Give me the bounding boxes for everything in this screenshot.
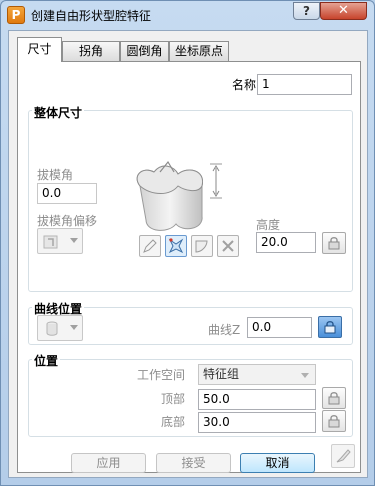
bottom-lock-button[interactable]	[322, 410, 346, 432]
name-label: 名称	[232, 78, 257, 92]
curve-z-input[interactable]: 0.0	[247, 317, 312, 338]
dialog-window: P 创建自由形状型腔特征 ? ✕ 尺寸 拐角 圆倒角 坐标原点 名称 1 整体尺…	[0, 0, 375, 486]
tab-fillet[interactable]: 圆倒角	[120, 41, 169, 61]
title-bar[interactable]: P 创建自由形状型腔特征 ? ✕	[1, 1, 374, 29]
apply-button[interactable]: 应用	[71, 453, 146, 473]
height-lock-button[interactable]	[322, 232, 346, 254]
mode-draft-button[interactable]	[139, 235, 161, 257]
bottom-input[interactable]: 30.0	[198, 412, 316, 433]
workspace-value: 特征组	[203, 367, 240, 381]
help-button[interactable]: ?	[293, 2, 320, 20]
chevron-down-icon	[301, 373, 309, 378]
lock-icon	[324, 321, 336, 334]
workspace-label: 工作空间	[137, 368, 186, 382]
close-button[interactable]: ✕	[320, 2, 367, 20]
height-label: 高度	[256, 218, 281, 232]
tab-corner[interactable]: 拐角	[62, 41, 120, 61]
lock-icon	[328, 392, 340, 405]
cavity-illustration	[136, 160, 222, 231]
lock-icon	[328, 415, 340, 428]
draft-offset-dropdown[interactable]	[37, 228, 83, 254]
brush-icon	[336, 449, 351, 463]
name-input[interactable]: 1	[257, 74, 352, 95]
tab-panel-size: 名称 1 整体尺寸 拔模角 0.0 拔模角偏移 高度 20.0 曲线位置 曲线Z…	[17, 61, 361, 473]
corner-shape-icon	[195, 240, 208, 253]
mode-clear-button[interactable]	[217, 235, 239, 257]
chevron-down-icon	[70, 325, 78, 330]
tab-size[interactable]: 尺寸	[17, 37, 62, 62]
overall-dimensions-title: 整体尺寸	[32, 104, 85, 121]
preview-button[interactable]	[331, 444, 355, 468]
window-title: 创建自由形状型腔特征	[31, 9, 152, 23]
clear-shape-icon	[222, 240, 234, 252]
cancel-button[interactable]: 取消	[240, 453, 315, 473]
accept-button[interactable]: 接受	[156, 453, 231, 473]
top-input[interactable]: 50.0	[198, 389, 316, 410]
cylinder-icon	[46, 321, 58, 336]
curve-z-lock-button[interactable]	[318, 316, 342, 338]
chevron-down-icon	[70, 238, 78, 243]
pencil-icon	[143, 239, 157, 253]
draft-offset-icon	[43, 235, 58, 249]
height-input[interactable]: 20.0	[256, 232, 316, 253]
curve-position-dropdown[interactable]	[37, 315, 83, 341]
top-lock-button[interactable]	[322, 387, 346, 409]
mode-corner-button[interactable]	[191, 235, 213, 257]
mode-freeform-button[interactable]	[165, 235, 187, 257]
workspace-select[interactable]: 特征组	[198, 364, 316, 385]
draft-angle-label: 拔模角	[37, 168, 74, 182]
dialog-client: 尺寸 拐角 圆倒角 坐标原点 名称 1 整体尺寸 拔模角 0.0 拔模角偏移 高…	[8, 30, 368, 478]
position-title: 位置	[32, 352, 61, 369]
bottom-label: 底部	[161, 415, 186, 429]
app-icon: P	[7, 6, 25, 24]
freeform-shape-icon	[168, 238, 184, 254]
draft-angle-input[interactable]: 0.0	[37, 183, 97, 204]
curve-z-label: 曲线Z	[208, 323, 241, 337]
tab-origin[interactable]: 坐标原点	[169, 41, 229, 61]
lock-icon	[328, 237, 340, 250]
draft-offset-label: 拔模角偏移	[37, 214, 98, 228]
top-label: 顶部	[161, 392, 186, 406]
